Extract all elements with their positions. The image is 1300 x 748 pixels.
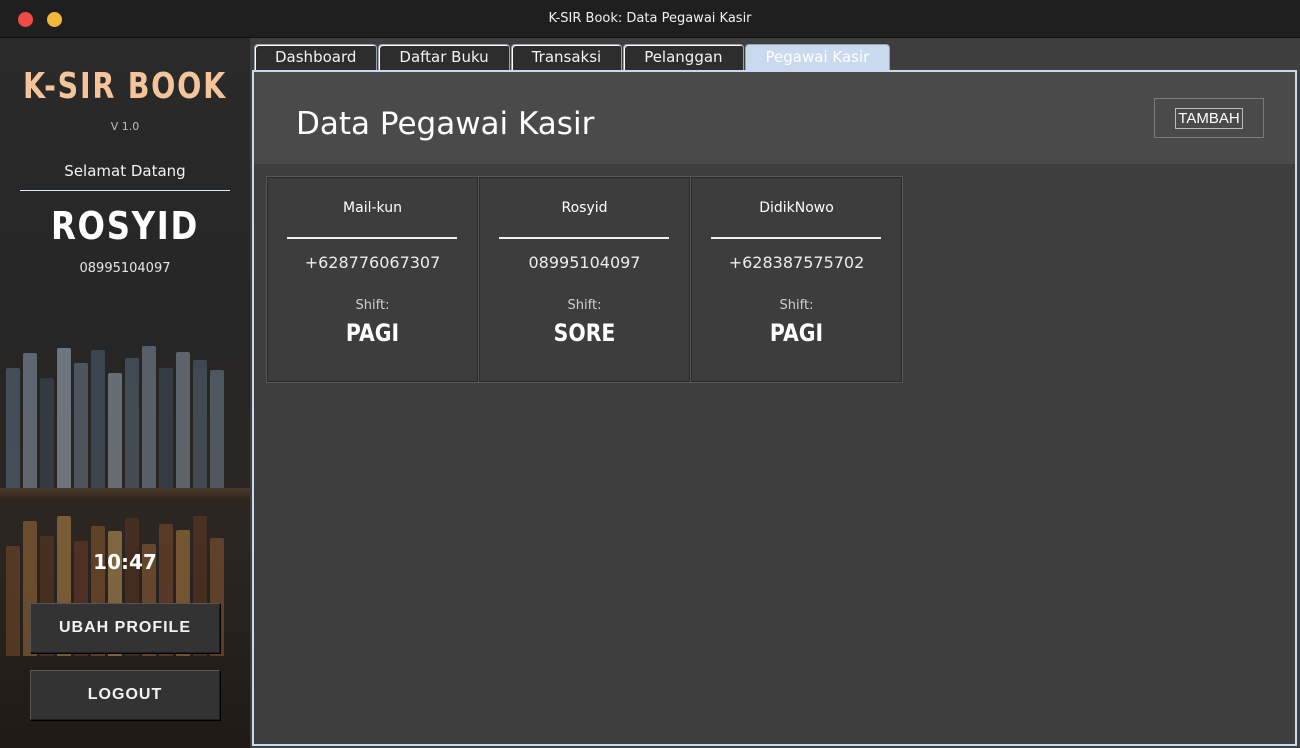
window-title: K-SIR Book: Data Pegawai Kasir [548, 11, 752, 26]
user-name: ROSYID [50, 204, 200, 248]
employee-name: Mail-kun [343, 200, 402, 216]
tab-bar: Dashboard Daftar Buku Transaksi Pelangga… [254, 44, 891, 71]
app-version: V 1.0 [110, 120, 140, 133]
edit-profile-button[interactable]: UBAH PROFILE [30, 603, 220, 653]
clock: 10:47 [93, 550, 157, 574]
employee-card[interactable]: Mail-kun +628776067307 Shift: PAGI [266, 176, 479, 383]
tab-dashboard[interactable]: Dashboard [254, 44, 378, 71]
employee-phone: +628387575702 [728, 253, 865, 272]
user-phone: 08995104097 [79, 261, 171, 276]
add-employee-label: TAMBAH [1175, 107, 1243, 129]
add-employee-button[interactable]: TAMBAH [1154, 98, 1264, 138]
sidebar: K-SIR BOOK V 1.0 Selamat Datang ROSYID 0… [0, 38, 250, 748]
shift-label: Shift: [779, 298, 814, 313]
employee-shift: PAGI [345, 319, 400, 347]
title-bar: K-SIR Book: Data Pegawai Kasir [0, 0, 1300, 38]
shift-label: Shift: [567, 298, 602, 313]
tab-transaksi[interactable]: Transaksi [510, 44, 623, 71]
tab-daftar-buku[interactable]: Daftar Buku [378, 44, 510, 71]
employee-name: Rosyid [561, 200, 608, 216]
employee-name: DidikNowo [759, 200, 834, 216]
card-divider [287, 237, 457, 239]
app-window: K-SIR Book: Data Pegawai Kasir K-SIR BOO… [0, 0, 1300, 748]
employee-shift: SORE [553, 319, 616, 347]
employee-shift: PAGI [769, 319, 824, 347]
employee-card[interactable]: DidikNowo +628387575702 Shift: PAGI [690, 176, 903, 383]
tab-pegawai-kasir[interactable]: Pegawai Kasir [744, 44, 891, 71]
employee-card-list: Mail-kun +628776067307 Shift: PAGI Rosyi… [266, 176, 903, 383]
shift-label: Shift: [355, 298, 390, 313]
employee-card[interactable]: Rosyid 08995104097 Shift: SORE [478, 176, 691, 383]
brand-logo-text: K-SIR BOOK [22, 66, 228, 107]
welcome-divider [20, 190, 230, 191]
page-title: Data Pegawai Kasir [296, 106, 595, 142]
employee-phone: 08995104097 [528, 253, 641, 272]
logout-button[interactable]: LOGOUT [30, 670, 220, 720]
welcome-label: Selamat Datang [64, 162, 186, 180]
card-divider [711, 237, 881, 239]
main-panel: Data Pegawai Kasir TAMBAH Mail-kun +6287… [252, 70, 1297, 746]
employee-phone: +628776067307 [304, 253, 441, 272]
card-divider [499, 237, 669, 239]
tab-pelanggan[interactable]: Pelanggan [623, 44, 744, 71]
page-header: Data Pegawai Kasir TAMBAH [254, 72, 1295, 164]
